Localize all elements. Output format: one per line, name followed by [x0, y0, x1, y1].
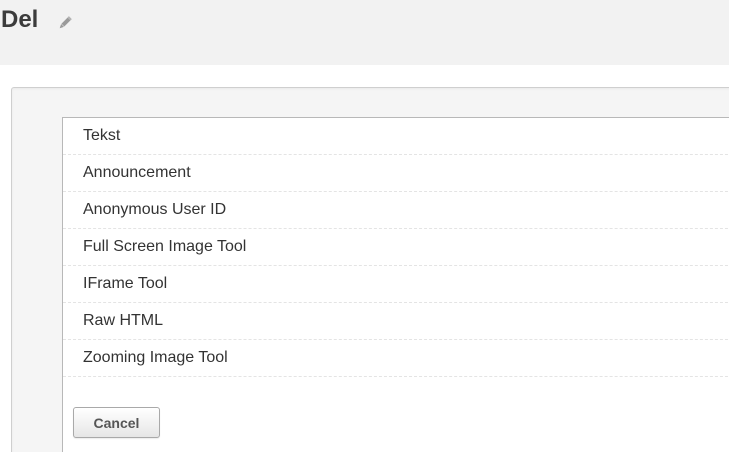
page-title: Del: [1, 6, 39, 33]
menu-item-zooming-image-tool[interactable]: Zooming Image Tool: [63, 340, 729, 377]
component-menu: Tekst Announcement Anonymous User ID Ful…: [62, 117, 729, 452]
menu-item-tekst[interactable]: Tekst: [63, 118, 729, 155]
menu-item-iframe-tool[interactable]: IFrame Tool: [63, 266, 729, 303]
menu-item-announcement[interactable]: Announcement: [63, 155, 729, 192]
menu-item-raw-html[interactable]: Raw HTML: [63, 303, 729, 340]
page: Del Tekst Announcement Anonymous User ID…: [0, 0, 729, 452]
cancel-button[interactable]: Cancel: [73, 407, 160, 438]
component-list: Tekst Announcement Anonymous User ID Ful…: [63, 118, 729, 377]
menu-item-full-screen-image-tool[interactable]: Full Screen Image Tool: [63, 229, 729, 266]
unit-header: Del: [0, 0, 729, 65]
pencil-icon[interactable]: [57, 15, 73, 31]
menu-item-anonymous-user-id[interactable]: Anonymous User ID: [63, 192, 729, 229]
